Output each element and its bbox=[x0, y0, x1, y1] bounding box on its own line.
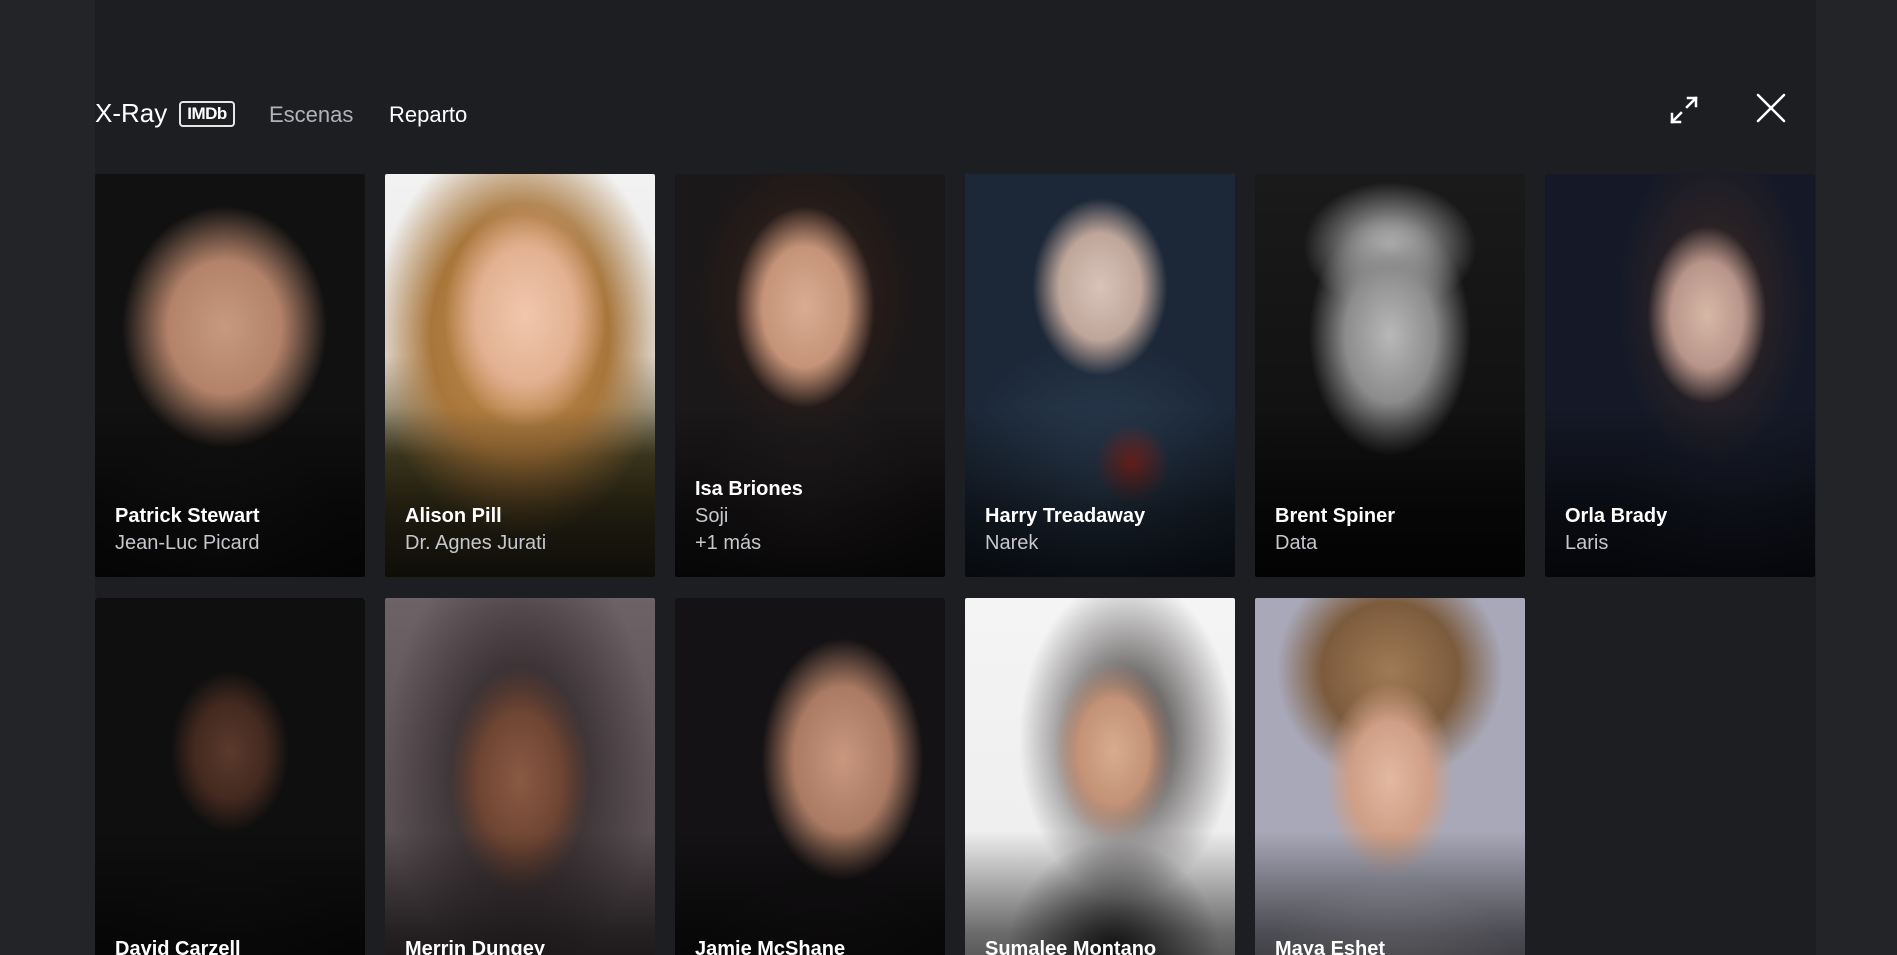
expand-button[interactable] bbox=[1666, 92, 1702, 128]
actor-name: Isa Briones bbox=[695, 478, 803, 500]
character-name: Data bbox=[1275, 532, 1318, 554]
cast-card-harry-treadaway[interactable]: Harry Treadaway Narek bbox=[965, 174, 1235, 577]
xray-brand: X-Ray IMDb bbox=[95, 98, 235, 129]
actor-name: Merrin Dungey bbox=[405, 938, 546, 955]
cast-card-brent-spiner[interactable]: Brent Spiner Data bbox=[1255, 174, 1525, 577]
xray-title: X-Ray bbox=[95, 98, 168, 128]
actor-name: Maya Eshet bbox=[1275, 938, 1386, 955]
close-icon bbox=[1756, 93, 1786, 123]
cast-card-david-carzell[interactable]: David Carzell bbox=[95, 598, 365, 955]
close-button[interactable] bbox=[1753, 90, 1789, 126]
tab-cast[interactable]: Reparto bbox=[389, 102, 467, 128]
actor-name: Jamie McShane bbox=[695, 938, 846, 955]
cast-card-maya-eshet[interactable]: Maya Eshet bbox=[1255, 598, 1525, 955]
actor-name: Harry Treadaway bbox=[985, 505, 1146, 527]
character-name: Narek bbox=[985, 532, 1039, 554]
cast-card-merrin-dungey[interactable]: Merrin Dungey bbox=[385, 598, 655, 955]
character-name: Jean-Luc Picard bbox=[115, 532, 260, 554]
character-name: Laris bbox=[1565, 532, 1609, 554]
cast-card-jamie-mcshane[interactable]: Jamie McShane bbox=[675, 598, 945, 955]
character-name: Soji bbox=[695, 505, 729, 527]
actor-name: Patrick Stewart bbox=[115, 505, 260, 527]
actor-name: Brent Spiner bbox=[1275, 505, 1396, 527]
more-roles: +1 más bbox=[695, 532, 762, 554]
imdb-badge: IMDb bbox=[179, 100, 235, 127]
xray-header: X-Ray IMDb Escenas Reparto bbox=[95, 88, 1816, 140]
cast-card-isa-briones[interactable]: Isa Briones Soji +1 más bbox=[675, 174, 945, 577]
xray-screen: X-Ray IMDb Escenas Reparto Patrick Stewa… bbox=[0, 0, 1897, 955]
actor-name: David Carzell bbox=[115, 938, 241, 955]
cast-card-patrick-stewart[interactable]: Patrick Stewart Jean-Luc Picard bbox=[95, 174, 365, 577]
cast-card-sumalee-montano[interactable]: Sumalee Montano bbox=[965, 598, 1235, 955]
actor-name: Sumalee Montano bbox=[985, 938, 1157, 955]
character-name: Dr. Agnes Jurati bbox=[405, 532, 547, 554]
actor-name: Alison Pill bbox=[405, 505, 502, 527]
tab-scenes[interactable]: Escenas bbox=[269, 102, 353, 128]
actor-name: Orla Brady bbox=[1565, 505, 1668, 527]
expand-icon bbox=[1670, 96, 1698, 124]
cast-card-alison-pill[interactable]: Alison Pill Dr. Agnes Jurati bbox=[385, 174, 655, 577]
cast-card-orla-brady[interactable]: Orla Brady Laris bbox=[1545, 174, 1815, 577]
